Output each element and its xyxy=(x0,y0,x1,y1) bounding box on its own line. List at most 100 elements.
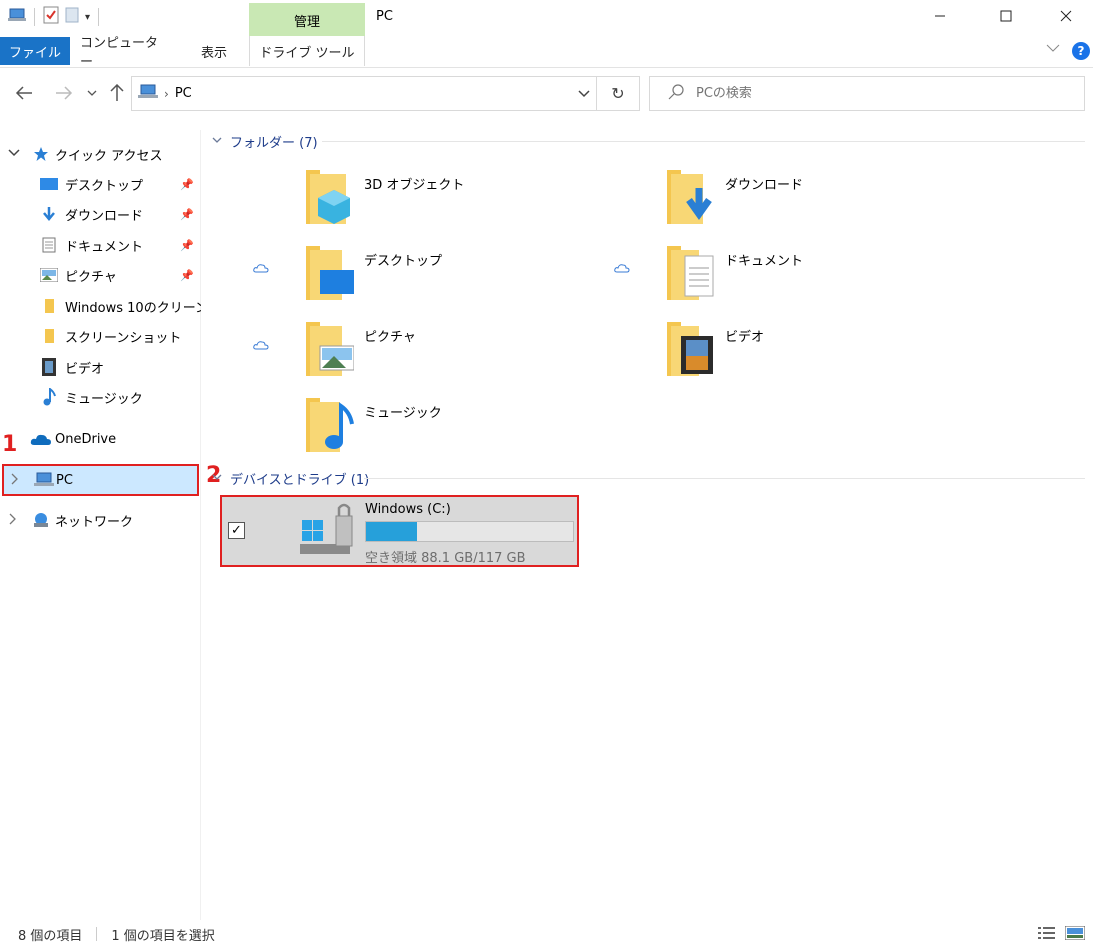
folder-videos[interactable]: ビデオ xyxy=(667,322,987,382)
folder-downloads[interactable]: ダウンロード xyxy=(667,170,987,230)
collapsed-chevron-icon[interactable] xyxy=(8,513,20,528)
expanded-chevron-icon[interactable] xyxy=(8,148,20,161)
folder-name: ピクチャ xyxy=(364,330,416,345)
sidebar-item-label: Windows 10のクリーンインストール xyxy=(65,300,201,316)
sidebar-item-desktop[interactable]: デスクトップ 📌 xyxy=(0,170,201,198)
cloud-sync-icon xyxy=(253,262,269,277)
select-checkbox[interactable]: ✓ xyxy=(228,522,245,539)
sidebar-item-label: ピクチャ xyxy=(65,269,117,285)
sidebar-item-pictures[interactable]: ピクチャ 📌 xyxy=(0,261,201,289)
pin-icon[interactable]: 📌 xyxy=(180,178,194,191)
sidebar-item-network[interactable]: ネットワーク xyxy=(0,506,201,534)
collapsed-chevron-icon[interactable] xyxy=(10,473,22,488)
documents-icon xyxy=(667,246,715,302)
sidebar-item-label: クイック アクセス xyxy=(55,148,163,164)
status-selected-count: 1 個の項目を選択 xyxy=(111,928,215,944)
title-bar: ▾ 管理 PC xyxy=(0,0,1093,37)
sidebar-item-label: ビデオ xyxy=(65,361,105,377)
folder-icon xyxy=(40,298,58,314)
drive-free-space: 空き領域 88.1 GB/117 GB xyxy=(365,551,526,566)
recent-locations-icon[interactable] xyxy=(84,80,100,106)
star-icon xyxy=(32,146,50,162)
drive-windows-c[interactable]: ✓ Windows (C:) 空き領域 88.1 GB/117 GB xyxy=(220,495,579,567)
folder-pictures[interactable]: ピクチャ xyxy=(306,322,626,382)
manage-tab[interactable]: 管理 xyxy=(249,3,365,37)
pin-icon[interactable]: 📌 xyxy=(180,208,194,221)
status-divider xyxy=(96,927,98,941)
tab-view[interactable]: 表示 xyxy=(188,36,240,66)
group-header-folders[interactable]: フォルダー (7) xyxy=(212,131,318,151)
sidebar-item-label: ドキュメント xyxy=(65,239,144,255)
folder-desktop[interactable]: デスクトップ xyxy=(306,246,626,306)
sidebar-item-quick-access[interactable]: クイック アクセス xyxy=(0,140,201,168)
pin-icon[interactable]: 📌 xyxy=(180,269,194,282)
status-bar: 8 個の項目 1 個の項目を選択 xyxy=(0,920,1093,948)
downloads-icon xyxy=(667,170,715,226)
new-folder-icon[interactable] xyxy=(65,7,79,27)
address-dropdown-icon[interactable] xyxy=(578,83,590,107)
pin-icon[interactable]: 📌 xyxy=(180,239,194,252)
group-header-devices[interactable]: デバイスとドライブ (1) xyxy=(212,468,369,488)
download-arrow-icon xyxy=(40,206,58,222)
network-icon xyxy=(32,512,50,528)
sidebar-item-label: デスクトップ xyxy=(65,178,144,194)
properties-icon[interactable] xyxy=(43,6,59,28)
sidebar-item-music[interactable]: ミュージック xyxy=(0,383,201,411)
videos-icon xyxy=(667,322,715,378)
sidebar-item-label: PC xyxy=(56,472,73,488)
sidebar-item-label: ミュージック xyxy=(65,391,143,407)
folder-documents[interactable]: ドキュメント xyxy=(667,246,987,306)
picture-icon xyxy=(40,267,58,283)
group-title: フォルダー (7) xyxy=(230,135,318,151)
refresh-icon[interactable]: ↻ xyxy=(597,76,640,111)
qat-dropdown-icon[interactable]: ▾ xyxy=(85,12,90,23)
breadcrumb[interactable]: PC xyxy=(175,86,192,101)
sidebar-item-label: ダウンロード xyxy=(65,208,144,224)
sidebar-item-screenshots[interactable]: スクリーンショット xyxy=(0,322,201,350)
tab-computer[interactable]: コンピューター xyxy=(80,36,170,70)
window-title: PC xyxy=(376,9,393,24)
sidebar-item-videos[interactable]: ビデオ xyxy=(0,353,201,381)
search-box[interactable] xyxy=(649,76,1085,111)
music-icon xyxy=(306,398,354,454)
sidebar-item-label: スクリーンショット xyxy=(65,330,182,346)
close-icon[interactable] xyxy=(1043,0,1089,32)
back-arrow-icon[interactable] xyxy=(12,80,36,106)
details-view-icon[interactable] xyxy=(1038,926,1056,944)
address-bar[interactable]: › PC xyxy=(131,76,597,111)
maximize-icon[interactable] xyxy=(983,0,1029,32)
pc-app-icon xyxy=(8,7,26,27)
tab-drive-tools[interactable]: ドライブ ツール xyxy=(249,36,365,66)
folder-3d-objects[interactable]: 3D オブジェクト xyxy=(306,170,626,230)
large-icons-view-icon[interactable] xyxy=(1064,925,1086,944)
status-item-count: 8 個の項目 xyxy=(18,928,83,944)
pc-icon xyxy=(138,84,158,104)
help-icon[interactable]: ? xyxy=(1072,42,1090,60)
group-collapse-icon[interactable] xyxy=(212,473,222,484)
pictures-icon xyxy=(306,322,355,378)
qat-divider-2 xyxy=(98,8,100,26)
cloud-sync-icon xyxy=(253,339,269,354)
sidebar-item-pc[interactable]: PC xyxy=(2,464,199,496)
sidebar-item-onedrive[interactable]: OneDrive xyxy=(0,425,201,453)
up-arrow-icon[interactable] xyxy=(106,80,128,106)
sidebar-item-documents[interactable]: ドキュメント 📌 xyxy=(0,231,201,259)
drive-name: Windows (C:) xyxy=(365,502,451,517)
sidebar-item-downloads[interactable]: ダウンロード 📌 xyxy=(0,200,201,228)
sidebar-item-label: ネットワーク xyxy=(55,514,134,530)
sidebar-item-folder-clean-install[interactable]: Windows 10のクリーンインストール xyxy=(0,292,201,320)
minimize-icon[interactable] xyxy=(917,0,963,32)
ribbon-expand-icon[interactable] xyxy=(1046,42,1060,56)
drive-usage-fill xyxy=(366,522,418,541)
breadcrumb-separator-icon[interactable]: › xyxy=(164,87,169,101)
tab-file[interactable]: ファイル xyxy=(0,37,70,65)
desktop-icon xyxy=(40,176,58,192)
group-divider xyxy=(364,478,1085,479)
search-input[interactable] xyxy=(696,86,1056,101)
group-title: デバイスとドライブ (1) xyxy=(230,472,370,488)
pc-icon xyxy=(34,472,54,488)
navigation-pane: クイック アクセス デスクトップ 📌 ダウンロード 📌 ドキュメント 📌 ピクチ… xyxy=(0,130,201,920)
group-collapse-icon[interactable] xyxy=(212,136,222,147)
forward-arrow-icon[interactable] xyxy=(52,80,76,106)
folder-music[interactable]: ミュージック xyxy=(306,398,626,458)
